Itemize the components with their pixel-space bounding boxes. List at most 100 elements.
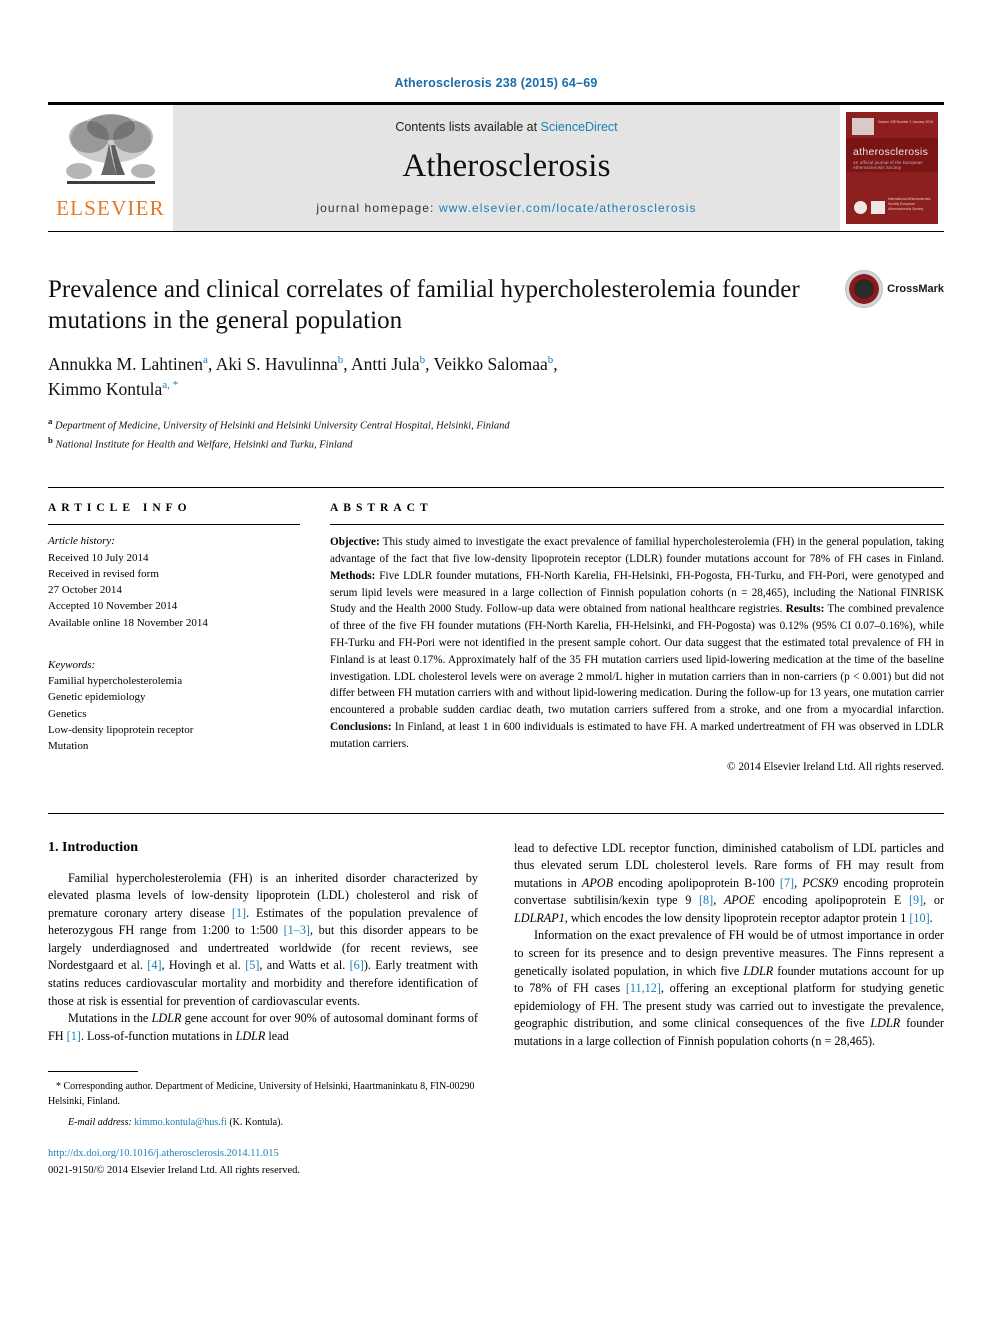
cover-subtitle: An official journal of the European Athe… xyxy=(853,160,923,170)
text-run: . Loss-of-function mutations in xyxy=(80,1028,236,1043)
abstract-objective-text: This study aimed to investigate the exac… xyxy=(330,536,944,566)
email-label: E-mail address: xyxy=(68,1117,132,1129)
author-name[interactable]: Veikko Salomaa xyxy=(434,354,548,374)
keyword-item: Familial hypercholesterolemia xyxy=(48,675,183,688)
sciencedirect-link[interactable]: ScienceDirect xyxy=(541,120,618,134)
keywords-label: Keywords: xyxy=(48,658,96,671)
citation-link[interactable]: [1–3] xyxy=(284,923,310,937)
homepage-prefix: journal homepage: xyxy=(316,200,439,215)
crossmark-icon xyxy=(845,270,884,308)
abstract-objective-label: Objective: xyxy=(330,536,380,549)
citation-link[interactable]: [5] xyxy=(245,958,259,972)
title-block: CrossMark Prevalence and clinical correl… xyxy=(48,232,944,453)
journal-homepage-line: journal homepage: www.elsevier.com/locat… xyxy=(316,201,696,215)
contents-available-line: Contents lists available at ScienceDirec… xyxy=(395,120,617,134)
history-item: Received in revised form xyxy=(48,567,159,580)
corr-text: Corresponding author. Department of Medi… xyxy=(48,1081,475,1108)
journal-masthead: ELSEVIER Contents lists available at Sci… xyxy=(48,102,944,232)
journal-homepage-link[interactable]: www.elsevier.com/locate/atherosclerosis xyxy=(439,201,697,215)
article-history-label: Article history: xyxy=(48,535,115,548)
citation-link[interactable]: [11,12] xyxy=(626,981,661,995)
crossmark-badge[interactable]: CrossMark xyxy=(845,270,944,308)
article-history: Article history: Received 10 July 2014 R… xyxy=(48,525,300,631)
intro-paragraph-3: Information on the exact prevalence of F… xyxy=(514,927,944,1050)
affiliation-mark: b xyxy=(48,435,53,445)
gene-name: PCSK9 xyxy=(802,875,839,890)
history-item: 27 October 2014 xyxy=(48,584,122,597)
citation-link[interactable]: [10] xyxy=(909,911,929,925)
text-run: Mutations in the xyxy=(68,1011,152,1026)
gene-name: LDLR xyxy=(743,963,774,978)
abstract-text: Objective: This study aimed to investiga… xyxy=(330,525,944,752)
section-heading-introduction: 1. Introduction xyxy=(48,839,138,855)
author-affil-mark: b xyxy=(337,354,344,367)
author-name[interactable]: Kimmo Kontula xyxy=(48,379,162,399)
doi-link[interactable]: http://dx.doi.org/10.1016/j.atherosclero… xyxy=(48,1146,478,1162)
info-abstract-area: ARTICLE INFO Article history: Received 1… xyxy=(48,487,944,773)
article-info-heading: ARTICLE INFO xyxy=(48,502,192,515)
keyword-item: Low-density lipoprotein receptor xyxy=(48,723,194,736)
author-name[interactable]: Aki S. Havulinna xyxy=(216,354,338,374)
text-run: , which encodes the low density lipoprot… xyxy=(564,910,910,925)
corresponding-author-line: * Corresponding author. Department of Me… xyxy=(48,1079,478,1109)
body-column-left: 1. Introduction Familial hypercholestero… xyxy=(48,840,478,1179)
body-column-right: lead to defective LDL receptor function,… xyxy=(514,840,944,1179)
cover-title: atherosclerosis xyxy=(853,146,929,158)
affiliation-text: Department of Medicine, University of He… xyxy=(55,420,510,432)
text-run: lead xyxy=(265,1028,289,1043)
keyword-item: Mutation xyxy=(48,740,89,753)
citation-link[interactable]: [9] xyxy=(909,893,923,907)
affiliation-list: a Department of Medicine, University of … xyxy=(48,415,944,454)
text-run: , xyxy=(713,893,724,908)
abstract-results-text: The combined prevalence of three of the … xyxy=(330,603,945,717)
keywords-block: Keywords: Familial hypercholesterolemia … xyxy=(48,657,300,755)
gene-name: LDLR xyxy=(235,1028,266,1043)
keyword-item: Genetic epidemiology xyxy=(48,691,146,704)
author-affil-mark: b xyxy=(419,354,426,367)
article-page: Atherosclerosis 238 (2015) 64–69 ELSEVIE… xyxy=(0,0,992,1323)
cover-society-icon-2 xyxy=(871,201,885,214)
citation-link[interactable]: [4] xyxy=(147,958,161,972)
elsevier-wordmark: ELSEVIER xyxy=(56,196,165,220)
author-name[interactable]: Annukka M. Lahtinen xyxy=(48,354,203,374)
history-item: Received 10 July 2014 xyxy=(48,551,149,564)
author-affil-mark: a, * xyxy=(162,379,179,392)
cover-volume-line: Volume 238 Number 1 January 2015 xyxy=(877,120,933,124)
citation-link[interactable]: [6] xyxy=(350,958,364,972)
body-columns: 1. Introduction Familial hypercholestero… xyxy=(48,812,944,1179)
gene-name: LDLRAP1 xyxy=(514,910,565,925)
doi-block: http://dx.doi.org/10.1016/j.atherosclero… xyxy=(48,1146,478,1179)
issn-copyright-line: 0021-9150/© 2014 Elsevier Ireland Ltd. A… xyxy=(48,1164,301,1176)
email-suffix: (K. Kontula). xyxy=(226,1117,283,1129)
abstract-column: ABSTRACT Objective: This study aimed to … xyxy=(300,502,944,773)
cover-society-icon xyxy=(854,201,867,214)
email-link[interactable]: kimmo.kontula@hus.fi xyxy=(134,1117,227,1128)
abstract-copyright: © 2014 Elsevier Ireland Ltd. All rights … xyxy=(727,760,944,773)
abstract-results-label: Results: xyxy=(785,603,825,616)
article-info-column: ARTICLE INFO Article history: Received 1… xyxy=(48,502,300,772)
running-head: Atherosclerosis 238 (2015) 64–69 xyxy=(394,76,598,90)
gene-name: LDLR xyxy=(870,1016,901,1031)
citation-link[interactable]: [7] xyxy=(780,876,794,890)
gene-name: APOE xyxy=(723,893,756,908)
journal-title: Atherosclerosis xyxy=(402,147,611,184)
affiliation-item: a Department of Medicine, University of … xyxy=(48,415,944,434)
citation-link[interactable]: [8] xyxy=(699,893,713,907)
intro-paragraph-2-right: lead to defective LDL receptor function,… xyxy=(514,840,944,928)
citation-link[interactable]: [1] xyxy=(232,906,246,920)
history-item: Accepted 10 November 2014 xyxy=(48,600,178,613)
cover-elsevier-logo-icon xyxy=(852,118,874,135)
text-run: . xyxy=(929,910,933,925)
citation-link[interactable]: [1] xyxy=(67,1029,81,1043)
author-affil-mark: b xyxy=(547,354,554,367)
abstract-conclusions-label: Conclusions: xyxy=(330,721,392,734)
elsevier-logo: ELSEVIER xyxy=(48,105,173,231)
text-run: encoding apolipoprotein B-100 xyxy=(613,875,780,890)
journal-cover-thumbnail: Volume 238 Number 1 January 2015 atheros… xyxy=(846,112,938,224)
intro-paragraph-2-left: Mutations in the LDLR gene account for o… xyxy=(48,1010,478,1045)
intro-paragraph-1: Familial hypercholesterolemia (FH) is an… xyxy=(48,870,478,1011)
author-affil-mark: a xyxy=(203,354,208,367)
author-name[interactable]: Antti Jula xyxy=(351,354,420,374)
email-line: E-mail address: kimmo.kontula@hus.fi (K.… xyxy=(48,1115,478,1130)
masthead-center: Contents lists available at ScienceDirec… xyxy=(173,105,840,231)
